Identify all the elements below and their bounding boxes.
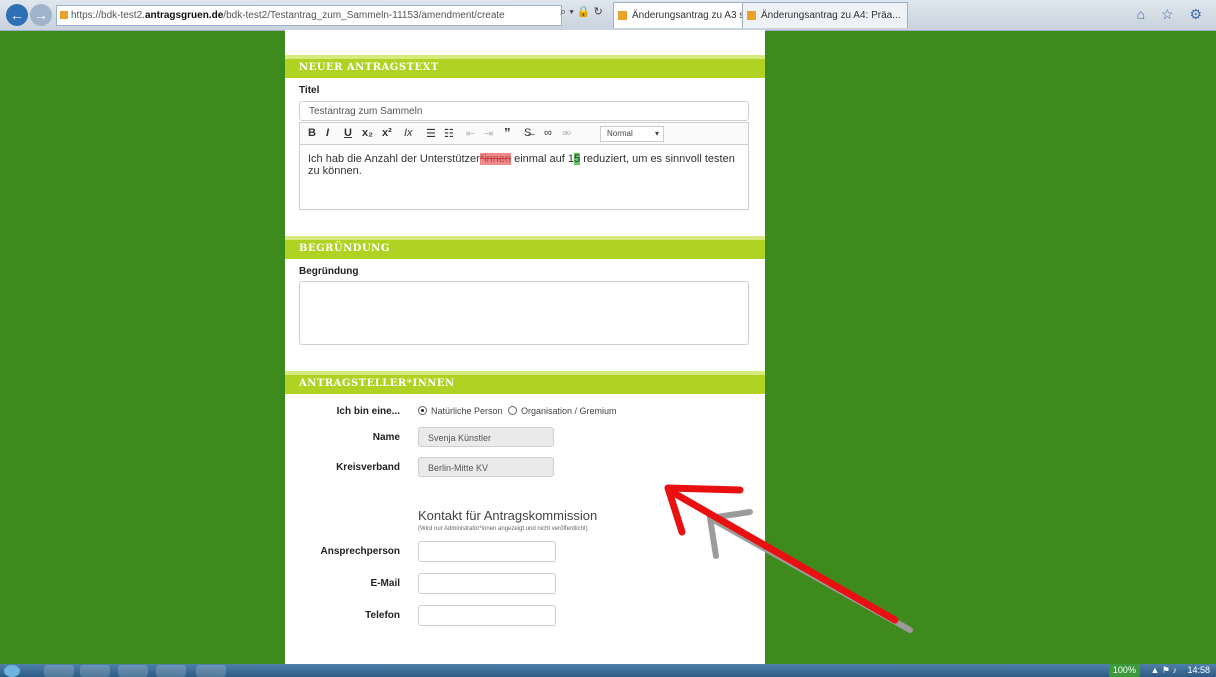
section-title: Neuer Antragstext <box>299 62 439 73</box>
section-header-antragsteller: Antragsteller*innen <box>285 371 765 394</box>
section-title: Begründung <box>299 243 390 254</box>
unlink-icon[interactable]: ⚮ <box>562 127 571 140</box>
red-arrow-annotation <box>664 484 913 633</box>
tray-icons[interactable]: ▲ ⚑ ♪ <box>1150 665 1176 675</box>
browser-tab[interactable]: Änderungsantrag zu A4: Präa... <box>742 2 908 28</box>
italic-button[interactable]: I <box>326 127 329 139</box>
bold-button[interactable]: B <box>308 127 316 139</box>
name-field[interactable]: Svenja Künstler <box>418 427 554 447</box>
site-favicon-icon <box>60 11 68 19</box>
clock: 14:58 <box>1187 665 1210 675</box>
email-input[interactable] <box>418 573 556 594</box>
section-header-new-text: Neuer Antragstext <box>285 55 765 78</box>
editor-text-middle: einmal auf 1 <box>511 153 575 165</box>
kreisverband-field[interactable]: Berlin-Mitte KV <box>418 457 554 477</box>
browser-tab-active[interactable]: Änderungsantrag zu A3 stel... × <box>613 2 753 28</box>
address-tools[interactable]: ⌕ ▾ 🔒 ↻ <box>560 5 603 19</box>
section-header-begruendung: Begründung <box>285 236 765 259</box>
explorer-taskbar-icon[interactable] <box>44 665 74 677</box>
arrow-line <box>668 488 899 624</box>
url-path: /bdk-test2/Testantrag_zum_Sammeln-11153/… <box>223 10 505 21</box>
ich-bin-label: Ich bin eine... <box>336 406 400 417</box>
home-favorites-settings-icons[interactable]: ⌂ ☆ ⚙ <box>1137 6 1208 23</box>
url-prefix: https://bdk-test2. <box>71 10 145 21</box>
firefox-taskbar-icon[interactable] <box>118 665 148 677</box>
address-bar[interactable]: https://bdk-test2.antragsgruen.de/bdk-te… <box>56 5 562 26</box>
media-taskbar-icon[interactable] <box>80 665 110 677</box>
windows-taskbar: 100% ▲ ⚑ ♪ 14:58 <box>0 664 1216 677</box>
begruendung-textarea[interactable] <box>299 281 749 345</box>
email-label: E-Mail <box>370 578 400 589</box>
indent-icon[interactable]: ⇥ <box>484 127 493 140</box>
radio-unchecked-icon <box>508 406 517 415</box>
tab-favicon-icon <box>747 11 756 20</box>
radio-natural-person[interactable]: Natürliche Person <box>418 406 503 416</box>
back-button[interactable]: ← <box>6 4 28 26</box>
begruendung-label: Begründung <box>299 266 359 277</box>
editor-toolbar: B I U x₂ x² Ix ☰ ☷ ⇤ ⇥ ” S̶ ∞ ⚮ Normal ▾ <box>299 122 749 144</box>
subscript-button[interactable]: x₂ <box>362 127 373 139</box>
zoom-level[interactable]: 100% <box>1108 664 1140 677</box>
title-label: Titel <box>299 85 320 96</box>
contact-note: (Wird nur Administrator*innen angezeigt … <box>418 526 588 532</box>
ordered-list-icon[interactable]: ☰ <box>426 127 436 140</box>
radio-label: Natürliche Person <box>431 406 503 416</box>
phone-input[interactable] <box>418 605 556 626</box>
superscript-button[interactable]: x² <box>382 127 392 139</box>
contact-heading: Kontakt für Antragskommission <box>418 508 598 523</box>
forward-button[interactable]: → <box>30 4 52 26</box>
tab-label: Änderungsantrag zu A4: Präa... <box>761 10 901 21</box>
section-title: Antragsteller*innen <box>299 378 455 389</box>
radio-checked-icon <box>418 406 427 415</box>
deleted-text: *innen <box>479 153 512 165</box>
phone-label: Telefon <box>365 610 400 621</box>
underline-button[interactable]: U <box>344 127 352 139</box>
word-taskbar-icon[interactable] <box>196 665 226 677</box>
editor-text-before: Ich hab die Anzahl der Unterstützer <box>308 153 480 165</box>
name-label: Name <box>372 432 400 443</box>
amendment-text-editor[interactable]: Ich hab die Anzahl der Unterstützer*inne… <box>299 144 749 210</box>
ie-taskbar-icon[interactable] <box>156 665 186 677</box>
strike-icon[interactable]: S̶ <box>524 127 531 139</box>
contact-person-label: Ansprechperson <box>320 546 400 557</box>
bullet-list-icon[interactable]: ☷ <box>444 127 454 140</box>
format-select-value: Normal <box>607 129 633 138</box>
outdent-icon[interactable]: ⇤ <box>466 127 475 140</box>
tab-label: Änderungsantrag zu A3 stel... <box>632 10 753 21</box>
browser-chrome: ← → https://bdk-test2.antragsgruen.de/bd… <box>0 0 1216 31</box>
radio-organisation[interactable]: Organisation / Gremium <box>508 406 617 416</box>
system-tray: 100% ▲ ⚑ ♪ 14:58 <box>1108 664 1210 677</box>
url-domain: antragsgruen.de <box>144 10 224 21</box>
format-select[interactable]: Normal ▾ <box>600 126 664 142</box>
chevron-down-icon: ▾ <box>654 129 659 138</box>
tab-favicon-icon <box>618 11 627 20</box>
start-button[interactable] <box>4 665 20 677</box>
contact-person-input[interactable] <box>418 541 556 562</box>
kreisverband-label: Kreisverband <box>336 462 400 473</box>
clear-format-button[interactable]: Ix <box>404 127 413 139</box>
link-icon[interactable]: ∞ <box>544 127 552 139</box>
title-input[interactable]: Testantrag zum Sammeln <box>299 101 749 121</box>
blockquote-icon[interactable]: ” <box>504 125 511 140</box>
radio-label: Organisation / Gremium <box>521 406 617 416</box>
